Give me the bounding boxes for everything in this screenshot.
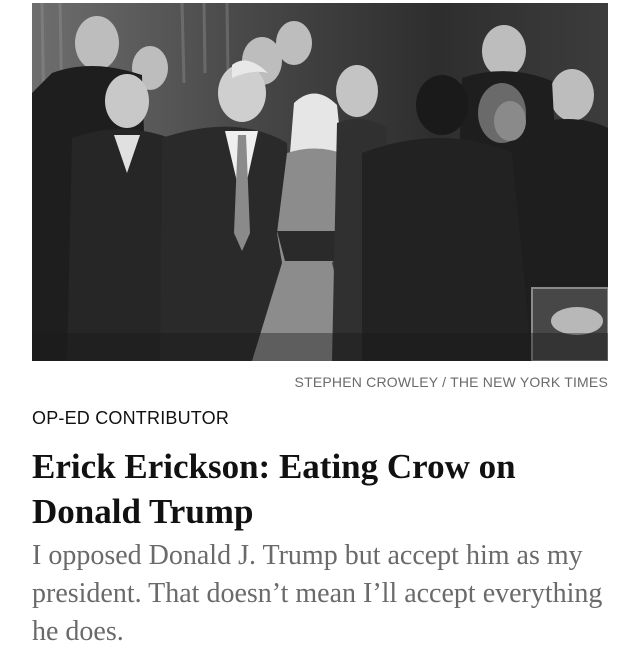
- article-kicker: OP-ED CONTRIBUTOR: [32, 408, 230, 428]
- article-photo[interactable]: [32, 3, 608, 361]
- article-headline[interactable]: Erick Erickson: Eating Crow on Donald Tr…: [32, 444, 612, 534]
- photo-credit: STEPHEN CROWLEY / THE NEW YORK TIMES: [294, 374, 608, 390]
- article-card[interactable]: STEPHEN CROWLEY / THE NEW YORK TIMES OP-…: [0, 0, 640, 654]
- photo-illustration: [32, 3, 608, 361]
- article-summary: I opposed Donald J. Trump but accept him…: [32, 540, 603, 647]
